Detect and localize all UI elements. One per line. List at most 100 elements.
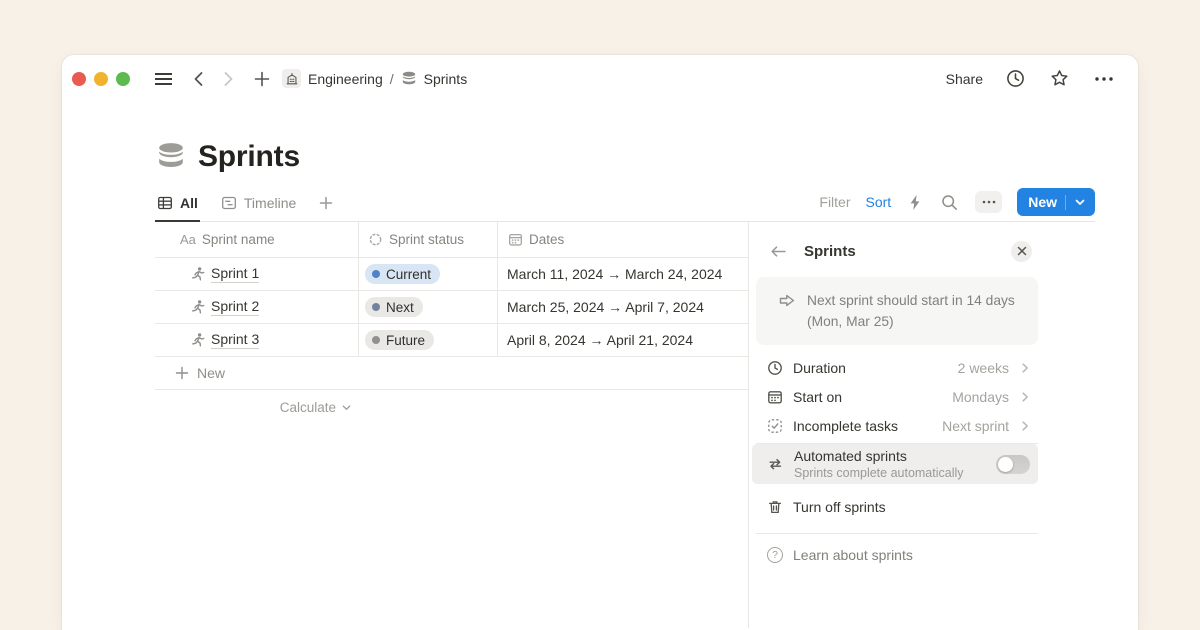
new-row-button[interactable]: New [155, 357, 748, 390]
table-row: Sprint 1 Current March 11, 2024 → March … [155, 258, 748, 291]
status-pill: Future [365, 330, 434, 350]
setting-label: Duration [793, 360, 846, 376]
panel-title: Sprints [804, 243, 856, 260]
sprint-page-link[interactable]: Sprint 1 [155, 258, 358, 290]
plus-icon [254, 71, 270, 87]
more-icon [982, 200, 996, 204]
automated-sprints-row[interactable]: Automated sprints Sprints complete autom… [752, 444, 1038, 484]
text-type-icon: Aa [180, 232, 196, 247]
tab-timeline-label: Timeline [244, 195, 296, 211]
setting-value: Next sprint [942, 418, 1009, 434]
turn-off-sprints-button[interactable]: Turn off sprints [756, 484, 1038, 530]
breadcrumb: Engineering / Sprints [282, 69, 467, 88]
checkbox-dashed-icon [767, 418, 783, 434]
chevron-down-icon [341, 402, 352, 413]
calculate-button[interactable]: Calculate [155, 390, 358, 424]
column-header-sprint-status[interactable]: Sprint status [358, 222, 497, 257]
date-range: March 25, 2024 → April 7, 2024 [507, 299, 704, 315]
status-pill: Next [365, 297, 423, 317]
tab-all[interactable]: All [155, 191, 200, 222]
automations-button[interactable] [906, 192, 924, 213]
hamburger-icon [154, 71, 173, 87]
column-header-sprint-name[interactable]: Aa Sprint name [155, 222, 358, 257]
setting-incomplete-tasks[interactable]: Incomplete tasks Next sprint [756, 411, 1038, 440]
table-header-row: Aa Sprint name Sprint status Dates [155, 222, 748, 258]
setting-duration[interactable]: Duration 2 weeks [756, 353, 1038, 382]
chevron-right-icon [1019, 362, 1031, 374]
breadcrumb-page[interactable]: Sprints [424, 71, 468, 87]
table-row: Sprint 2 Next March 25, 2024 → April 7, … [155, 291, 748, 324]
column-header-dates[interactable]: Dates [497, 222, 748, 257]
new-page-button[interactable] [252, 69, 272, 89]
dates-cell[interactable]: March 25, 2024 → April 7, 2024 [497, 291, 748, 323]
column-label: Sprint status [389, 232, 464, 247]
setting-value: 2 weeks [958, 360, 1009, 376]
runner-icon [189, 332, 205, 348]
sidebar-menu-button[interactable] [152, 69, 175, 89]
setting-value: Mondays [952, 389, 1009, 405]
page-title[interactable]: Sprints [198, 140, 300, 174]
automated-subtitle: Sprints complete automatically [794, 465, 964, 481]
sprint-name: Sprint 1 [211, 265, 259, 283]
add-view-button[interactable] [317, 191, 335, 222]
notice-line-1: Next sprint should start in 14 days [807, 290, 1015, 311]
sprint-page-link[interactable]: Sprint 3 [155, 324, 358, 356]
chevron-down-icon [1074, 196, 1086, 208]
date-range: April 8, 2024 → April 21, 2024 [507, 332, 693, 348]
app-window: Engineering / Sprints Share Sprints [62, 55, 1138, 630]
view-options-button[interactable] [975, 191, 1002, 213]
share-button[interactable]: Share [946, 71, 983, 87]
minimize-window-button[interactable] [94, 72, 108, 86]
status-dot [372, 336, 380, 344]
star-icon [1050, 69, 1069, 88]
new-button-divider [1065, 195, 1066, 210]
back-button[interactable] [190, 69, 206, 89]
chevron-left-icon [192, 71, 204, 87]
next-sprint-notice: Next sprint should start in 14 days (Mon… [756, 277, 1038, 345]
panel-header: Sprints [756, 235, 1038, 267]
automated-toggle[interactable] [996, 455, 1030, 474]
favorite-button[interactable] [1048, 67, 1071, 90]
ellipsis-icon [1094, 76, 1114, 82]
status-dot [372, 303, 380, 311]
close-window-button[interactable] [72, 72, 86, 86]
sprint-page-link[interactable]: Sprint 2 [155, 291, 358, 323]
database-icon [401, 71, 417, 87]
trash-icon [767, 499, 783, 515]
panel-back-button[interactable] [768, 242, 789, 261]
setting-start-on[interactable]: Start on Mondays [756, 382, 1038, 411]
chevron-right-icon [1019, 420, 1031, 432]
updates-button[interactable] [1004, 67, 1027, 90]
status-spinner-icon [368, 232, 383, 247]
repeat-icon [767, 456, 784, 472]
tab-timeline[interactable]: Timeline [219, 191, 298, 222]
sort-button[interactable]: Sort [866, 194, 892, 210]
chevron-right-icon [1019, 391, 1031, 403]
learn-about-sprints-link[interactable]: ? Learn about sprints [756, 534, 1038, 576]
panel-close-button[interactable] [1011, 241, 1032, 262]
breadcrumb-separator: / [390, 71, 394, 87]
turn-off-label: Turn off sprints [793, 499, 886, 515]
status-cell[interactable]: Future [358, 324, 497, 356]
calculate-label: Calculate [280, 400, 336, 415]
status-label: Future [386, 333, 425, 348]
status-cell[interactable]: Next [358, 291, 497, 323]
new-button-label: New [1028, 194, 1057, 210]
learn-label: Learn about sprints [793, 547, 913, 563]
dates-cell[interactable]: March 11, 2024 → March 24, 2024 [497, 258, 748, 290]
search-view-button[interactable] [939, 192, 960, 213]
forward-button[interactable] [221, 69, 237, 89]
zoom-window-button[interactable] [116, 72, 130, 86]
filter-button[interactable]: Filter [819, 194, 850, 210]
arrow-right-outline-icon [778, 292, 796, 309]
timeline-view-icon [221, 195, 237, 211]
runner-icon [189, 266, 205, 282]
dates-cell[interactable]: April 8, 2024 → April 21, 2024 [497, 324, 748, 356]
automated-text: Automated sprints Sprints complete autom… [794, 448, 964, 481]
status-cell[interactable]: Current [358, 258, 497, 290]
page-menu-button[interactable] [1092, 74, 1116, 84]
new-button[interactable]: New [1017, 188, 1095, 216]
breadcrumb-workspace[interactable]: Engineering [308, 71, 383, 87]
page-content: Sprints All Timeline Filter Sort [155, 102, 1095, 630]
view-toolbar: Filter Sort New [819, 188, 1095, 216]
